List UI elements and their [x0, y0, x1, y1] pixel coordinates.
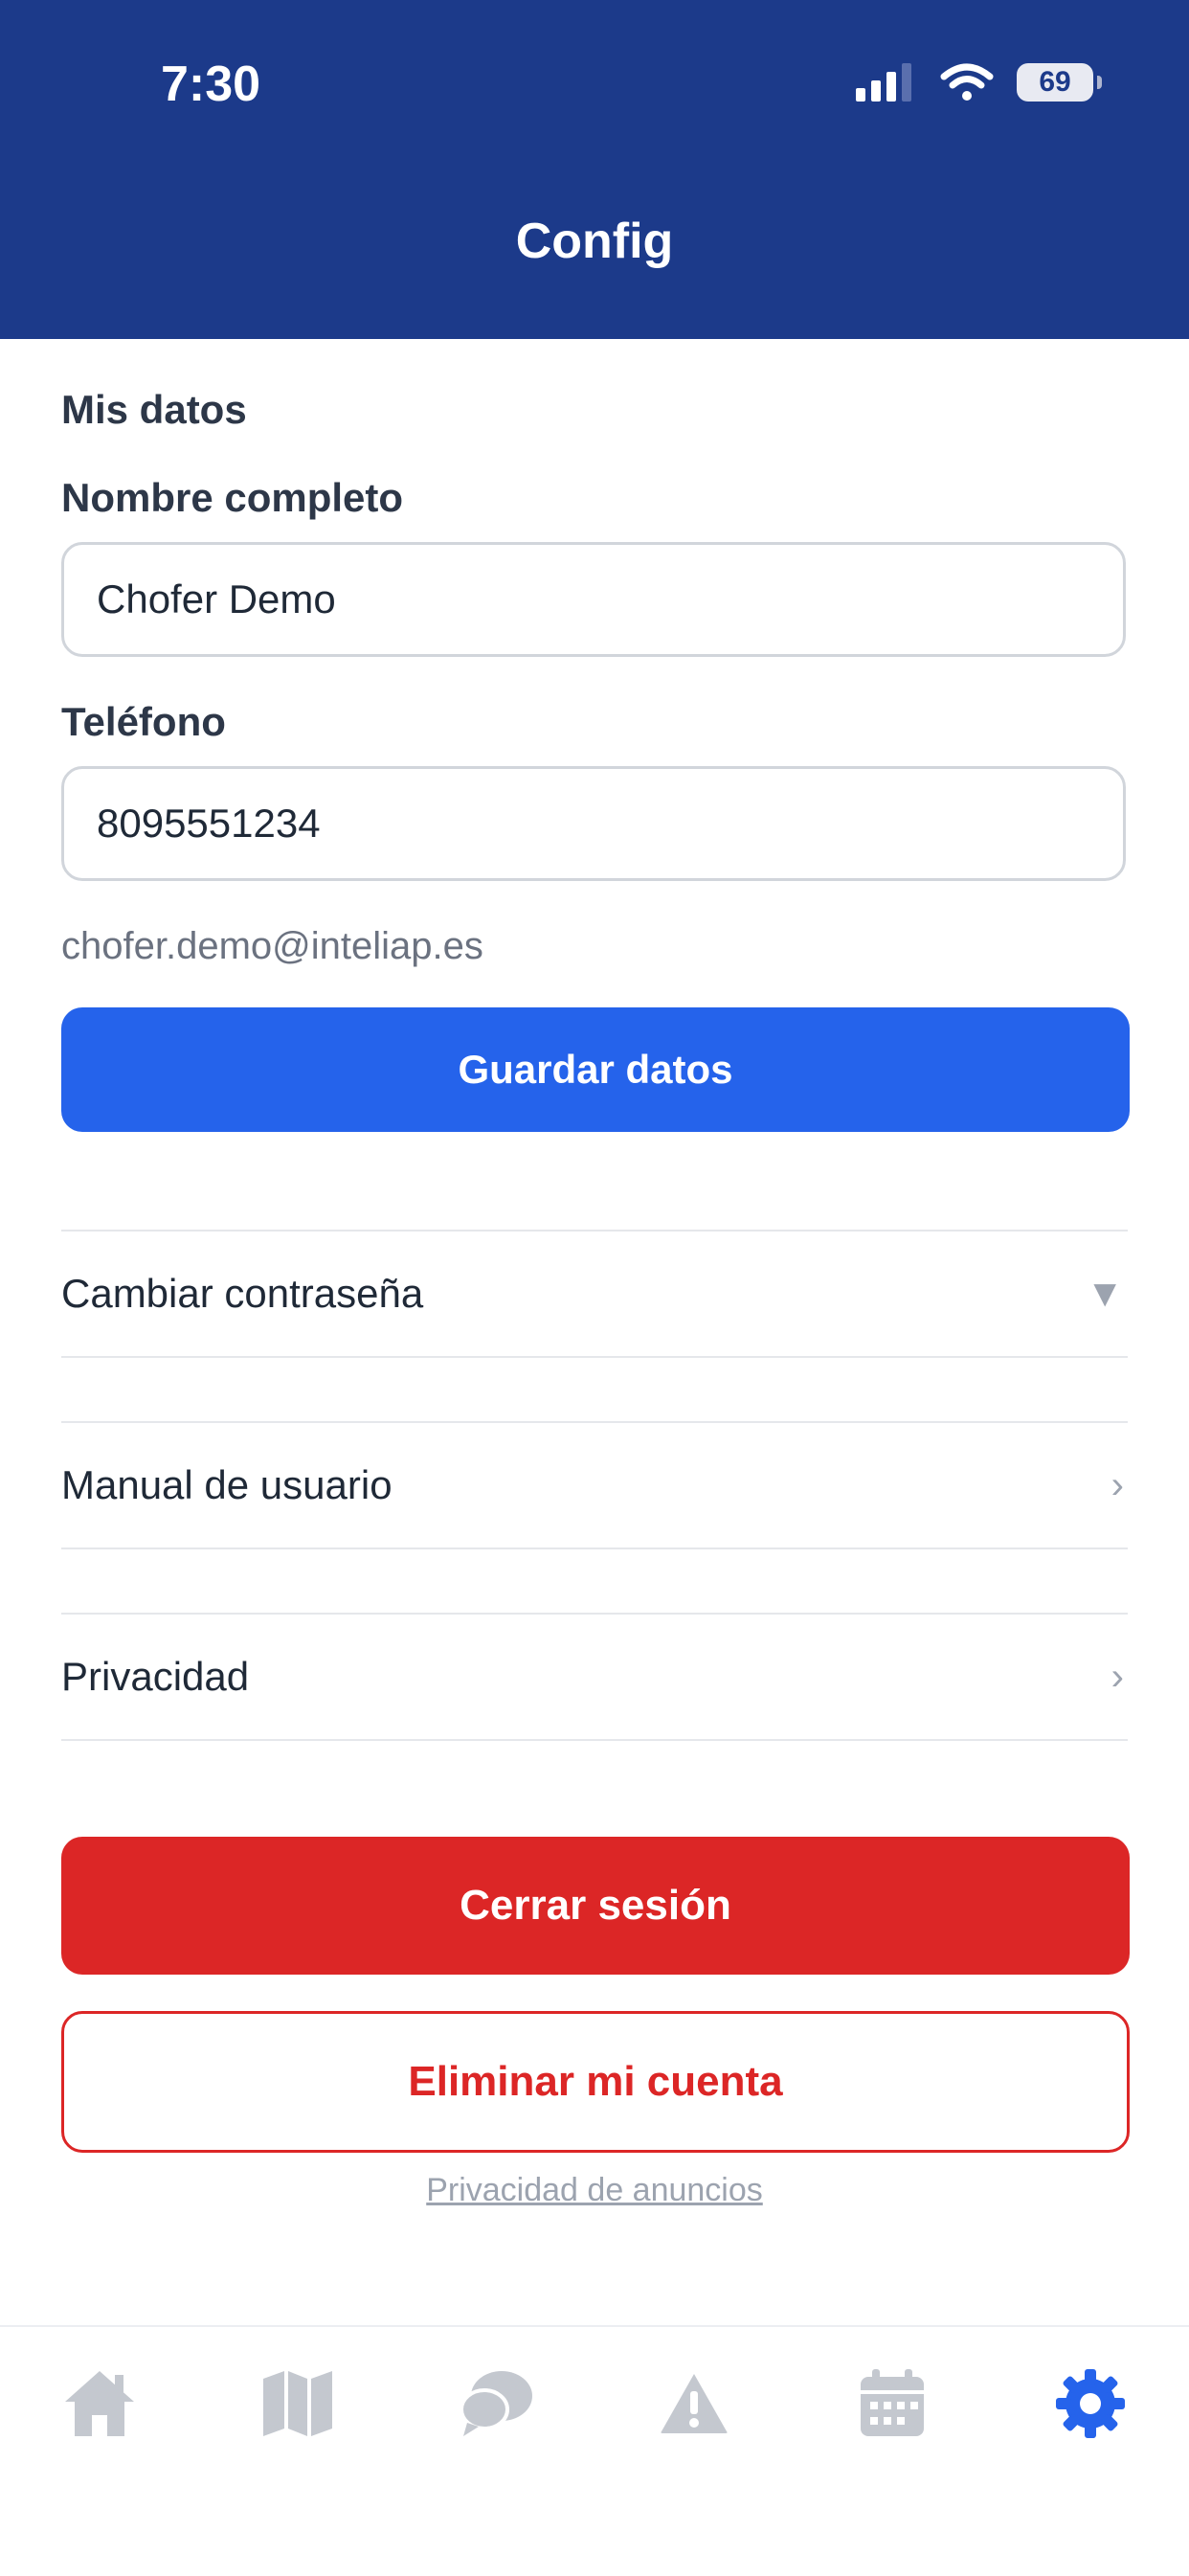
chevron-right-icon: ›	[1110, 1655, 1124, 1698]
ads-privacy-link[interactable]: Privacidad de anuncios	[0, 2172, 1189, 2209]
change-password-row[interactable]: Cambiar contraseña ▼	[61, 1230, 1128, 1358]
cellular-signal-icon	[856, 63, 911, 102]
logout-button[interactable]: Cerrar sesión	[61, 1837, 1130, 1975]
tab-home[interactable]	[42, 2346, 157, 2461]
status-time: 7:30	[161, 56, 261, 112]
tab-alerts[interactable]	[637, 2346, 752, 2461]
phone-input[interactable]	[61, 766, 1126, 881]
privacy-row[interactable]: Privacidad ›	[61, 1613, 1128, 1741]
section-title: Mis datos	[61, 387, 247, 432]
tab-map[interactable]	[240, 2346, 355, 2461]
map-icon	[263, 2371, 332, 2436]
chevron-right-icon: ›	[1110, 1463, 1124, 1506]
user-manual-label: Manual de usuario	[61, 1462, 393, 1507]
home-icon	[65, 2371, 134, 2436]
name-label: Nombre completo	[61, 475, 404, 520]
alert-icon	[661, 2374, 728, 2433]
phone-label: Teléfono	[61, 699, 226, 744]
status-icons: 69	[856, 63, 1102, 102]
chat-icon	[460, 2371, 532, 2436]
wifi-icon	[940, 63, 994, 101]
page-title: Config	[515, 214, 674, 269]
user-manual-row[interactable]: Manual de usuario ›	[61, 1421, 1128, 1549]
tab-bar	[0, 2325, 1189, 2576]
gear-icon	[1056, 2369, 1125, 2438]
battery-icon: 69	[1017, 63, 1102, 102]
privacy-label: Privacidad	[61, 1654, 250, 1699]
name-input[interactable]	[61, 542, 1126, 657]
delete-account-button[interactable]: Eliminar mi cuenta	[61, 2011, 1130, 2153]
tab-calendar[interactable]	[835, 2346, 950, 2461]
tab-settings[interactable]	[1033, 2346, 1148, 2461]
change-password-label: Cambiar contraseña	[61, 1271, 424, 1316]
app-header: 7:30 69 Config	[0, 0, 1189, 339]
save-button[interactable]: Guardar datos	[61, 1007, 1130, 1132]
chevron-down-icon: ▼	[1086, 1272, 1124, 1315]
calendar-icon	[861, 2369, 924, 2436]
email-text: chofer.demo@inteliap.es	[61, 925, 483, 967]
tab-chat[interactable]	[438, 2346, 553, 2461]
